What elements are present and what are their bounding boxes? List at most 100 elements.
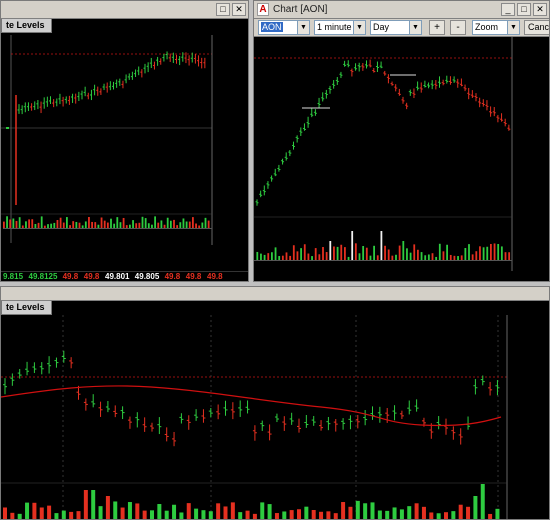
maximize-icon[interactable]: □: [517, 3, 531, 16]
volume-bar: [508, 252, 511, 261]
volume-bar: [135, 503, 140, 519]
volume-bar: [9, 219, 12, 229]
volume-bar: [201, 510, 206, 519]
volume-bar: [480, 484, 485, 519]
volume-bar: [88, 216, 90, 229]
volume-bar: [417, 249, 419, 261]
volume-bar: [160, 220, 163, 229]
volume-bar: [289, 510, 294, 519]
close-icon[interactable]: ✕: [232, 3, 246, 16]
volume-bar: [186, 503, 191, 519]
volume-baseline: [254, 260, 512, 261]
volume-bar: [296, 251, 299, 261]
chevron-down-icon[interactable]: ▼: [353, 21, 365, 34]
volume-bar: [94, 222, 97, 229]
volume-bar: [141, 216, 144, 229]
volume-bar: [504, 252, 507, 261]
zoom-in-button[interactable]: +: [429, 20, 445, 35]
volume-bar: [488, 513, 493, 519]
range-select[interactable]: Day ▼: [370, 20, 422, 35]
chevron-down-icon[interactable]: ▼: [409, 21, 421, 34]
volume-bar: [103, 220, 106, 229]
volume-bar: [144, 218, 147, 229]
volume-bar: [442, 251, 445, 261]
volume-bar: [83, 490, 88, 519]
volume-bar: [466, 506, 471, 519]
volume-bar: [490, 243, 492, 261]
right-price-chart[interactable]: [254, 37, 550, 271]
app-icon: A: [257, 3, 269, 16]
volume-bar: [351, 231, 354, 261]
volume-bar: [59, 217, 62, 229]
volume-bar: [100, 217, 103, 229]
chevron-down-icon[interactable]: ▼: [297, 21, 309, 34]
volume-bar: [362, 245, 365, 261]
volume-bar: [486, 246, 489, 261]
bottom-window-tab[interactable]: te Levels: [1, 301, 52, 315]
volume-bar: [479, 246, 481, 261]
volume-bar: [325, 252, 328, 261]
right-window-titlebar[interactable]: A Chart [AON] _ □ ✕: [254, 1, 549, 19]
zoom-select[interactable]: Zoom ▼: [472, 20, 520, 35]
close-icon[interactable]: ✕: [533, 3, 547, 16]
volume-bar: [282, 511, 287, 519]
volume-bar: [120, 507, 125, 519]
volume-bar: [399, 509, 404, 519]
volume-bar: [72, 221, 75, 229]
volume-bar: [119, 222, 122, 229]
status-value: 49.805: [134, 272, 160, 281]
volume-bar: [179, 222, 182, 229]
volume-bar: [292, 245, 295, 261]
volume-bar: [157, 504, 162, 519]
bottom-price-chart[interactable]: [1, 315, 550, 520]
left-window-tab[interactable]: te Levels: [1, 19, 52, 33]
volume-bar: [204, 217, 207, 229]
volume-bar: [267, 253, 270, 261]
volume-bar: [110, 218, 112, 229]
volume-bar: [84, 221, 87, 229]
volume-bar: [142, 510, 147, 519]
volume-bar: [207, 220, 210, 229]
interval-select[interactable]: 1 minute ▼: [314, 20, 366, 35]
volume-bar: [260, 502, 265, 519]
zoom-out-button[interactable]: -: [450, 20, 466, 35]
volume-bar: [336, 246, 339, 261]
symbol-input[interactable]: AON ▼: [258, 20, 310, 35]
cancel-button[interactable]: Canc: [524, 20, 549, 35]
volume-bar: [185, 221, 188, 229]
maximize-icon[interactable]: □: [216, 3, 230, 16]
volume-bar: [223, 506, 228, 519]
volume-bar: [322, 247, 324, 261]
left-price-chart[interactable]: [1, 35, 249, 271]
status-value: 9.815: [3, 272, 24, 281]
chevron-down-icon[interactable]: ▼: [507, 21, 519, 34]
volume-bar: [267, 504, 272, 519]
volume-bar: [238, 512, 243, 519]
volume-bar: [413, 244, 416, 261]
volume-bar: [414, 503, 419, 519]
volume-bar: [319, 511, 324, 519]
volume-bar: [431, 253, 434, 261]
volume-bar: [303, 244, 306, 261]
volume-bar: [370, 502, 375, 519]
volume-bar: [66, 217, 68, 229]
volume-bar: [12, 218, 15, 229]
volume-bar: [438, 243, 441, 261]
volume-bar: [76, 511, 81, 519]
volume-bar: [307, 253, 310, 261]
volume-bar: [497, 243, 500, 261]
volume-bar: [10, 512, 15, 519]
range-value: Day: [373, 22, 390, 32]
minimize-icon[interactable]: _: [501, 3, 515, 16]
bottom-window-titlebar[interactable]: [1, 287, 549, 301]
volume-bar: [116, 217, 119, 229]
volume-bar: [98, 506, 103, 519]
status-value: 49.801: [105, 272, 130, 281]
volume-bar: [311, 510, 316, 519]
volume-bar: [252, 513, 257, 519]
volume-bar: [392, 507, 397, 519]
zoom-value: Zoom: [475, 22, 499, 32]
volume-bar: [344, 247, 346, 261]
volume-bar: [61, 510, 66, 519]
left-window-titlebar[interactable]: □ ✕: [1, 1, 248, 19]
